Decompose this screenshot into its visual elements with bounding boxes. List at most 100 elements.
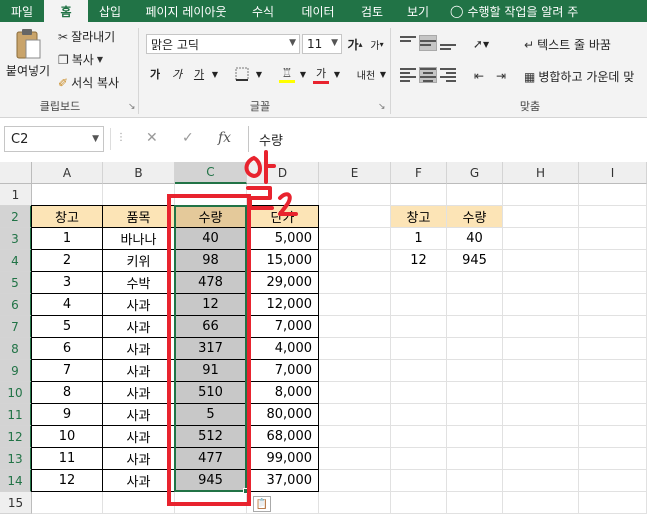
table-cell[interactable]: 12 — [32, 470, 102, 491]
column-header-e[interactable]: E — [319, 162, 391, 184]
fill-handle[interactable] — [243, 488, 249, 494]
column-header-f[interactable]: F — [391, 162, 447, 184]
align-top-icon[interactable] — [400, 36, 416, 50]
table-cell[interactable]: 8 — [32, 382, 102, 403]
align-bottom-icon[interactable] — [440, 36, 456, 50]
table-header-cell[interactable]: 수량 — [175, 206, 246, 227]
side-table-header-cell[interactable]: 수량 — [447, 206, 502, 227]
table-cell[interactable]: 4 — [32, 294, 102, 315]
row-header-8[interactable]: 8 — [0, 338, 32, 360]
table-cell[interactable]: 29,000 — [247, 272, 318, 293]
table-header-cell[interactable]: 품목 — [103, 206, 174, 227]
wrap-text-button[interactable]: ↵ 텍스트 줄 바꿈 — [524, 36, 611, 53]
table-cell[interactable]: 사과 — [103, 404, 174, 425]
table-cell[interactable]: 40 — [175, 228, 246, 249]
underline-button[interactable]: 가 — [190, 64, 208, 84]
column-header-b[interactable]: B — [103, 162, 175, 184]
table-cell[interactable]: 15,000 — [247, 250, 318, 271]
table-cell[interactable]: 66 — [175, 316, 246, 337]
increase-indent-button[interactable]: ⇥ — [492, 66, 510, 86]
row-header-2[interactable]: 2 — [0, 206, 32, 228]
align-center-icon[interactable] — [419, 67, 437, 83]
paste-button[interactable]: 붙여넣기 — [4, 28, 52, 79]
table-cell[interactable]: 5 — [175, 404, 246, 425]
table-cell[interactable]: 37,000 — [247, 470, 318, 491]
side-table-header-cell[interactable]: 창고 — [391, 206, 446, 227]
row-header-6[interactable]: 6 — [0, 294, 32, 316]
table-cell[interactable]: 6 — [32, 338, 102, 359]
select-all-button[interactable] — [0, 162, 32, 184]
shrink-font-button[interactable]: 가 ▾ — [368, 34, 386, 54]
side-table-cell[interactable]: 1 — [391, 228, 446, 249]
clipboard-launcher-icon[interactable]: ↘ — [128, 102, 136, 112]
tab-formulas[interactable]: 수식 — [240, 0, 286, 22]
table-cell[interactable]: 5,000 — [247, 228, 318, 249]
table-cell[interactable]: 2 — [32, 250, 102, 271]
table-cell[interactable]: 사과 — [103, 316, 174, 337]
tab-page-layout[interactable]: 페이지 레이아웃 — [132, 0, 240, 22]
copy-button[interactable]: ❐ 복사 ▼ — [58, 51, 103, 68]
row-header-10[interactable]: 10 — [0, 382, 32, 404]
formula-input[interactable]: 수량 — [248, 126, 647, 152]
decrease-indent-button[interactable]: ⇤ — [470, 66, 488, 86]
table-cell[interactable]: 98 — [175, 250, 246, 271]
grow-font-button[interactable]: 가 ▴ — [346, 34, 364, 54]
align-right-icon[interactable] — [440, 68, 456, 82]
row-header-1[interactable]: 1 — [0, 184, 32, 206]
align-left-icon[interactable] — [400, 68, 416, 82]
orientation-button[interactable]: ➚ ▼ — [468, 34, 494, 54]
tab-view[interactable]: 보기 — [394, 0, 442, 22]
borders-button[interactable] — [232, 64, 252, 84]
table-header-cell[interactable]: 창고 — [32, 206, 102, 227]
side-table-cell[interactable]: 945 — [447, 250, 502, 271]
row-header-12[interactable]: 12 — [0, 426, 32, 448]
column-header-h[interactable]: H — [503, 162, 579, 184]
font-launcher-icon[interactable]: ↘ — [378, 102, 386, 112]
font-color-button[interactable]: 가 — [312, 64, 330, 84]
fill-color-dropdown[interactable]: ▼ — [298, 64, 308, 84]
side-table-cell[interactable]: 12 — [391, 250, 446, 271]
row-header-13[interactable]: 13 — [0, 448, 32, 470]
table-cell[interactable]: 7 — [32, 360, 102, 381]
align-middle-icon[interactable] — [419, 35, 437, 51]
cancel-icon[interactable]: ✕ — [146, 130, 158, 146]
table-cell[interactable]: 7,000 — [247, 360, 318, 381]
table-cell[interactable]: 4,000 — [247, 338, 318, 359]
table-cell[interactable]: 478 — [175, 272, 246, 293]
table-cell[interactable]: 512 — [175, 426, 246, 447]
merge-center-button[interactable]: ▦ 병합하고 가운데 맞 — [524, 68, 634, 85]
table-cell[interactable]: 945 — [175, 470, 246, 491]
table-cell[interactable]: 91 — [175, 360, 246, 381]
table-cell[interactable]: 수박 — [103, 272, 174, 293]
column-header-a[interactable]: A — [32, 162, 103, 184]
tell-me-box[interactable]: ◯ 수행할 작업을 알려 주 — [450, 0, 578, 22]
row-header-3[interactable]: 3 — [0, 228, 32, 250]
bold-button[interactable]: 가 — [146, 64, 164, 84]
side-table-cell[interactable]: 40 — [447, 228, 502, 249]
table-cell[interactable]: 9 — [32, 404, 102, 425]
borders-dropdown[interactable]: ▼ — [254, 64, 264, 84]
row-header-5[interactable]: 5 — [0, 272, 32, 294]
table-cell[interactable]: 사과 — [103, 382, 174, 403]
column-header-g[interactable]: G — [447, 162, 503, 184]
tab-file[interactable]: 파일 — [0, 0, 44, 22]
enter-icon[interactable]: ✓ — [182, 130, 194, 146]
table-cell[interactable]: 사과 — [103, 448, 174, 469]
table-cell[interactable]: 68,000 — [247, 426, 318, 447]
row-header-11[interactable]: 11 — [0, 404, 32, 426]
font-name-combo[interactable]: 맑은 고딕 ▼ — [146, 34, 300, 54]
table-cell[interactable]: 10 — [32, 426, 102, 447]
row-header-4[interactable]: 4 — [0, 250, 32, 272]
insert-function-button[interactable]: fx — [218, 130, 231, 146]
table-cell[interactable]: 키위 — [103, 250, 174, 271]
table-cell[interactable]: 477 — [175, 448, 246, 469]
table-cell[interactable]: 바나나 — [103, 228, 174, 249]
tab-home[interactable]: 홈 — [44, 0, 88, 22]
paste-options-icon[interactable]: 📋 — [253, 496, 271, 512]
format-painter-button[interactable]: ✐ 서식 복사 — [58, 74, 119, 91]
tab-review[interactable]: 검토 — [350, 0, 394, 22]
table-cell[interactable]: 317 — [175, 338, 246, 359]
table-cell[interactable]: 99,000 — [247, 448, 318, 469]
italic-button[interactable]: 가 — [168, 64, 186, 84]
table-cell[interactable]: 5 — [32, 316, 102, 337]
